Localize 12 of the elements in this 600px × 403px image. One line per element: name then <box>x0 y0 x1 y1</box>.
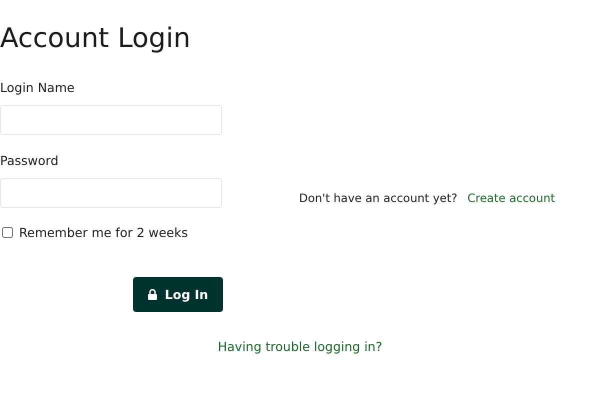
login-name-field[interactable] <box>0 105 222 135</box>
page-title: Account Login <box>0 22 190 56</box>
create-account-link[interactable]: Create account <box>467 191 556 205</box>
signup-prompt: Don't have an account yet? <box>299 191 458 205</box>
trouble-link[interactable]: Having trouble logging in? <box>218 339 382 354</box>
remember-checkbox[interactable] <box>2 227 13 238</box>
login-button[interactable]: Log In <box>133 277 223 312</box>
field-label: Login Name <box>0 80 75 95</box>
checkbox-label: Remember me for 2 weeks <box>19 225 188 240</box>
field-label: Password <box>0 153 58 168</box>
lock-icon <box>148 289 157 300</box>
password-field[interactable] <box>0 178 222 208</box>
